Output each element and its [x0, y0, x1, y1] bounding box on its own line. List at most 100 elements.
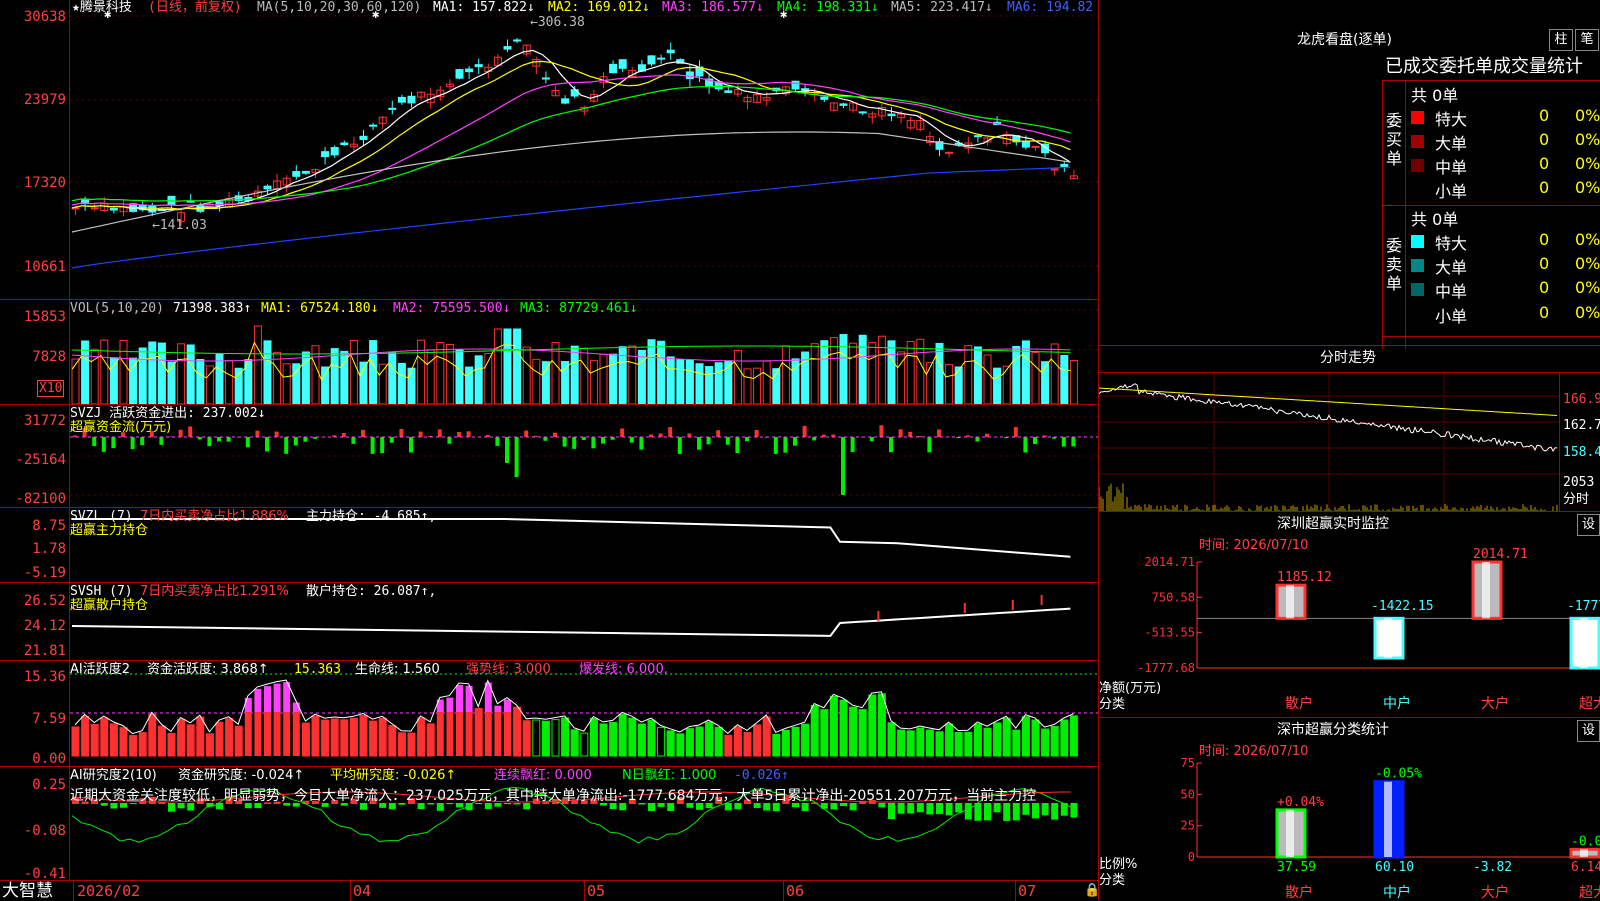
category-label: 大户: [1481, 695, 1509, 712]
volume-bar: [965, 346, 972, 404]
divider: [1559, 372, 1560, 512]
candle: [1022, 141, 1029, 147]
activity-bar: [245, 712, 252, 756]
activity-bar: [360, 716, 367, 756]
intraday-panel[interactable]: 分时走势 166.9 162.7 158.4 2053 分时: [1099, 345, 1600, 512]
money-flow-bar: [131, 437, 135, 449]
activity-bar: [226, 719, 233, 756]
y-tick: -1777.68: [1137, 661, 1195, 675]
activity-bar: [389, 726, 396, 756]
svsh-panel[interactable]: SVSH (7) 7日内买卖净占比1.291% 散户持仓: 26.087↑, 超…: [0, 582, 1098, 661]
research-bar: [898, 803, 905, 814]
activity-bar: [802, 724, 809, 756]
sz-monitor-panel[interactable]: 深圳超赢实时监控 设 时间: 2026/07/10 2014.71750.58-…: [1099, 511, 1600, 718]
activity-bar: [840, 700, 847, 756]
activity-bar: [1051, 726, 1058, 756]
settings-button[interactable]: 设: [1577, 720, 1600, 742]
research-bar: [802, 803, 809, 811]
intraday-title: 分时走势: [1320, 351, 1376, 365]
kline-panel[interactable]: ✱✱✱ ★腾景科技 (日线，前复权) MA(5,10,20,30,60,120)…: [0, 0, 1098, 299]
bar-highlight: [1286, 810, 1294, 857]
bottom-value-label: -3.82: [1473, 860, 1512, 875]
category-label: 超大: [1579, 885, 1600, 901]
research-bar: [936, 803, 943, 814]
svzj-panel[interactable]: SVZJ 活跃资金进出: 237.002↓ 超赢资金流(万元) 31772 -2…: [0, 404, 1098, 508]
sell-xl-swatch: [1411, 235, 1424, 248]
candle: [859, 112, 866, 113]
vol-value: 71398.383↑: [173, 302, 251, 316]
money-flow-bar: [927, 437, 931, 452]
activity-bar: [744, 732, 751, 756]
activity-bar: [485, 712, 492, 756]
ma6-value: MA6: 194.82: [1007, 1, 1093, 15]
candle: [475, 65, 482, 67]
intraday-chart[interactable]: [1099, 372, 1559, 512]
ai-research-chart[interactable]: [0, 767, 1098, 880]
category-label: 散户: [1285, 695, 1313, 712]
bar-mode-button[interactable]: 柱: [1549, 29, 1573, 51]
x-divider: [783, 881, 784, 901]
buy-m-value: 0: [1539, 154, 1549, 173]
ai-activity-panel[interactable]: AI活跃度2 资金活跃度: 3.868↑ 15.363 生命线: 1.560 强…: [0, 660, 1098, 767]
activity-bar: [139, 733, 146, 756]
ai2-e: -0.026↑: [734, 769, 789, 783]
research-bar: [773, 803, 780, 811]
y-tick: -0.08: [0, 823, 66, 839]
money-flow-bar: [371, 437, 375, 454]
research-bar: [1070, 803, 1077, 817]
research-bar: [946, 803, 953, 815]
volume-bar: [571, 346, 578, 404]
activity-bar: [888, 723, 895, 756]
lhb-title: 龙虎看盘(逐单): [1297, 33, 1392, 47]
kline-chart[interactable]: ✱✱✱: [0, 0, 1098, 299]
volume-bar: [648, 340, 655, 404]
bar-highlight: [1580, 618, 1588, 668]
money-flow-bar: [361, 430, 365, 437]
sz-monitor-title: 深圳超赢实时监控: [1277, 517, 1389, 531]
volume-bar: [974, 347, 981, 404]
x-divider: [350, 881, 351, 901]
volume-bar: [427, 350, 434, 404]
activity-bar: [408, 733, 415, 756]
money-flow-bar: [159, 437, 163, 445]
volume-panel[interactable]: VOL(5,10,20) 71398.383↑ MA1: 67524.180↓ …: [0, 299, 1098, 405]
bottom-value-label: 60.10: [1375, 860, 1414, 875]
activity-bar: [994, 723, 1001, 756]
money-flow-bar: [380, 437, 384, 453]
activity-bar: [638, 724, 645, 756]
y-tick: 1.78: [0, 541, 66, 557]
activity-bar: [658, 727, 665, 756]
activity-bar: [811, 706, 818, 756]
activity-bar: [110, 724, 117, 756]
sz-monitor-chart[interactable]: 2014.71750.58-513.55-1777.68散户中户大户超大1185…: [1099, 548, 1600, 718]
ai-research-panel[interactable]: AI研究度2(10) 资金研究度: -0.024↑ 平均研究度: -0.026↑…: [0, 766, 1098, 881]
y-tick: 30638: [0, 9, 66, 25]
sell-xl-value: 0: [1539, 230, 1549, 249]
sz-class-chart[interactable]: 7550250散户中户大户超大+0.04%37.59-0.05%60.10-3.…: [1099, 753, 1600, 901]
tick-mode-button[interactable]: 笔: [1575, 29, 1599, 51]
research-bar: [619, 803, 626, 810]
volume-bar: [72, 359, 79, 404]
bar-highlight: [1580, 849, 1588, 857]
buy-m-swatch: [1411, 159, 1424, 172]
volume-bar: [744, 369, 751, 404]
activity-bar: [571, 730, 578, 756]
activity-bar: [821, 710, 828, 756]
money-flow-bar: [467, 431, 471, 437]
volume-bar: [869, 342, 876, 404]
y-tick: 24.12: [0, 618, 66, 634]
money-flow-bar: [774, 437, 778, 454]
activity-bar: [504, 712, 511, 756]
candle: [389, 108, 396, 109]
money-flow-bar: [601, 437, 605, 444]
svzl-panel[interactable]: SVZL (7) 7日内买卖净占比1.886% 主力持仓: -4.685↑, 超…: [0, 507, 1098, 583]
settings-button[interactable]: 设: [1577, 514, 1600, 536]
volume-bar: [322, 367, 329, 404]
candle: [370, 125, 377, 126]
y-tick: 75: [1181, 756, 1195, 770]
activity-bar: [754, 725, 761, 756]
vol-ma3: MA3: 87729.461↓: [520, 302, 637, 316]
sz-class-panel[interactable]: 深市超赢分类统计 设 时间: 2026/07/10 7550250散户中户大户超…: [1099, 717, 1600, 901]
volume-bar: [264, 341, 271, 404]
xlabel: 分类: [1099, 698, 1125, 712]
